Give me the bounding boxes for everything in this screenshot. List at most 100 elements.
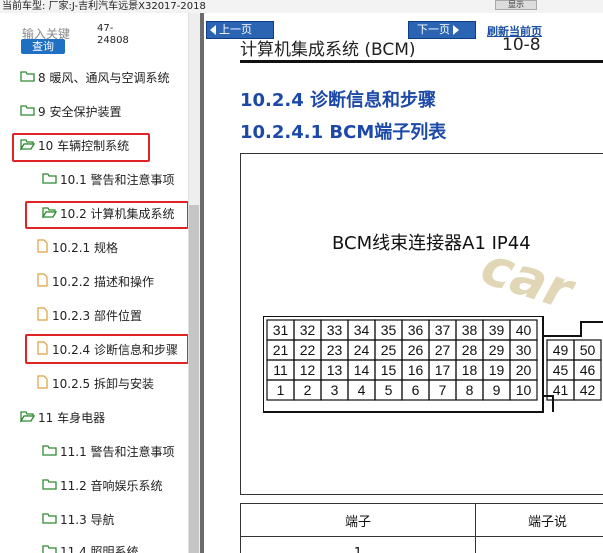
arrow-right-icon — [453, 25, 459, 35]
pin-label: 25 — [381, 342, 397, 358]
title-bar: 当前车型: 厂家:J-吉利汽车远景X32017-2018 显示 — [0, 0, 603, 13]
search-panel: 输入关键 查询 47-24808 — [0, 13, 200, 55]
tree-item-label: 10.2.5 拆卸与安装 — [52, 376, 154, 391]
next-page-label: 下一页 — [417, 23, 450, 36]
folder-icon — [20, 104, 38, 119]
refresh-page-link[interactable]: 刷新当前页 — [487, 23, 542, 39]
table-header-cell: 端子说 — [475, 503, 603, 537]
pin-label: 23 — [327, 342, 343, 358]
folder-icon — [42, 512, 60, 527]
tree-item-description[interactable]: 10.2.2 描述和操作 — [36, 272, 154, 290]
pin-label: 9 — [493, 382, 501, 398]
search-button[interactable]: 查询 — [21, 39, 65, 54]
pin-label: 36 — [408, 322, 424, 338]
arrow-left-icon — [210, 25, 216, 35]
pin-label: 28 — [462, 342, 478, 358]
folder-icon — [42, 544, 60, 553]
subsection-heading: 10.2.4.1 BCM端子列表 — [240, 122, 447, 143]
pin-label: 31 — [273, 322, 289, 338]
pin-label: 46 — [580, 362, 596, 378]
pin-label: 24 — [354, 342, 370, 358]
pin-label: 1 — [277, 382, 285, 398]
tree-item-hvac[interactable]: 8 暖风、通风与空调系统 — [20, 68, 169, 86]
page-navigation: 上一页 下一页 刷新当前页 — [204, 13, 603, 41]
table-header-cell: 端子 — [240, 503, 476, 537]
pin-label: 3 — [331, 382, 339, 398]
tree-item-audio[interactable]: 11.2 音响娱乐系统 — [42, 476, 163, 494]
connector-pins: 31 32 33 34 35 36 37 38 39 4021 22 23 24 25 26 27 28 29 30… — [266, 319, 538, 401]
tree-item-label: 8 暖风、通风与空调系统 — [38, 70, 170, 85]
table-row: 1 — [240, 536, 603, 553]
document-icon — [36, 272, 52, 290]
tree-item-removal[interactable]: 10.2.5 拆卸与安装 — [36, 374, 154, 392]
document-pane: 计算机集成系统 (BCM) 10-8 上一页 下一页 刷新当前页 10.2.4 … — [204, 13, 603, 553]
folder-icon — [42, 444, 60, 459]
pin-label: 16 — [408, 362, 424, 378]
next-page-button[interactable]: 下一页 — [408, 21, 476, 39]
pin-label: 19 — [489, 362, 505, 378]
tree-item-locations[interactable]: 10.2.3 部件位置 — [36, 306, 142, 324]
prev-page-label: 上一页 — [219, 23, 252, 36]
tree-item-body-warnings[interactable]: 11.1 警告和注意事项 — [42, 442, 175, 460]
pin-label: 5 — [385, 382, 393, 398]
prev-page-button[interactable]: 上一页 — [206, 21, 274, 39]
tree-item-label: 11.4 照明系统 — [60, 544, 139, 553]
document-icon — [36, 238, 52, 256]
pin-label: 2 — [304, 382, 312, 398]
highlight-box — [12, 133, 150, 162]
pin-label: 26 — [408, 342, 424, 358]
result-count: 47-24808 — [97, 23, 129, 46]
tree-item-lighting[interactable]: 11.4 照明系统 — [42, 542, 139, 553]
section-heading: 10.2.4 诊断信息和步骤 — [240, 90, 437, 111]
tree-item-label: 9 安全保护装置 — [38, 104, 122, 119]
pin-label: 39 — [489, 322, 505, 338]
pin-label: 6 — [412, 382, 420, 398]
folder-icon — [42, 478, 60, 493]
pin-label: 14 — [354, 362, 370, 378]
pin-label: 22 — [300, 342, 316, 358]
pin-label: 27 — [435, 342, 451, 358]
tree-item-label: 11.1 警告和注意事项 — [60, 444, 175, 459]
document-icon — [36, 306, 52, 324]
pin-label: 11 — [273, 362, 288, 378]
pin-label: 15 — [381, 362, 397, 378]
pin-label: 10 — [516, 382, 532, 398]
tree-item-label: 10.2.2 描述和操作 — [52, 274, 154, 289]
pin-label: 33 — [327, 322, 343, 338]
pin-label: 18 — [462, 362, 478, 378]
tree-item-label: 10.2.1 规格 — [52, 240, 118, 255]
tree-item-label: 11 车身电器 — [38, 410, 106, 425]
tree-item-body-electrical[interactable]: 11 车身电器 — [19, 408, 106, 426]
doc-section-title: 计算机集成系统 (BCM) — [240, 40, 416, 60]
highlight-box — [25, 334, 189, 364]
pin-label: 13 — [327, 362, 343, 378]
pin-label: 50 — [580, 342, 596, 358]
connector-diagram: BCM线束连接器A1 IP44 car 31 32 33 34 35 36 37 38 39 40… — [240, 153, 603, 495]
watermark: car — [473, 236, 580, 322]
pin-label: 42 — [580, 382, 596, 398]
scrollbar-thumb[interactable] — [189, 205, 199, 553]
pin-label: 45 — [553, 362, 569, 378]
table-cell: 1 — [240, 536, 476, 553]
tree-item-label: 10.2.3 部件位置 — [52, 308, 142, 323]
folder-open-icon — [19, 410, 38, 425]
pin-label: 30 — [516, 342, 532, 358]
folder-icon — [20, 70, 38, 85]
pin-label: 4 — [358, 382, 366, 398]
tree-item-label: 10.1 警告和注意事项 — [60, 172, 175, 187]
pin-label: 7 — [439, 382, 447, 398]
tree-item-safety[interactable]: 9 安全保护装置 — [20, 102, 121, 120]
tree-item-specs[interactable]: 10.2.1 规格 — [36, 238, 118, 256]
table-cell — [475, 536, 603, 553]
tree-item-warnings[interactable]: 10.1 警告和注意事项 — [42, 170, 175, 188]
document-icon — [36, 374, 52, 392]
pin-label: 32 — [300, 322, 316, 338]
pin-label: 29 — [489, 342, 505, 358]
model-title: 当前车型: 厂家:J-吉利汽车远景X32017-2018 — [2, 1, 206, 12]
pin-label: 34 — [354, 322, 370, 338]
tree-item-navigation[interactable]: 11.3 导航 — [42, 510, 115, 528]
display-button[interactable]: 显示 — [495, 0, 537, 10]
tree-item-label: 11.3 导航 — [60, 512, 115, 527]
sidebar: 输入关键 查询 47-24808 8 暖风、通风与空调系统 9 安全保护装置 1… — [0, 13, 200, 553]
folder-icon — [42, 172, 60, 187]
